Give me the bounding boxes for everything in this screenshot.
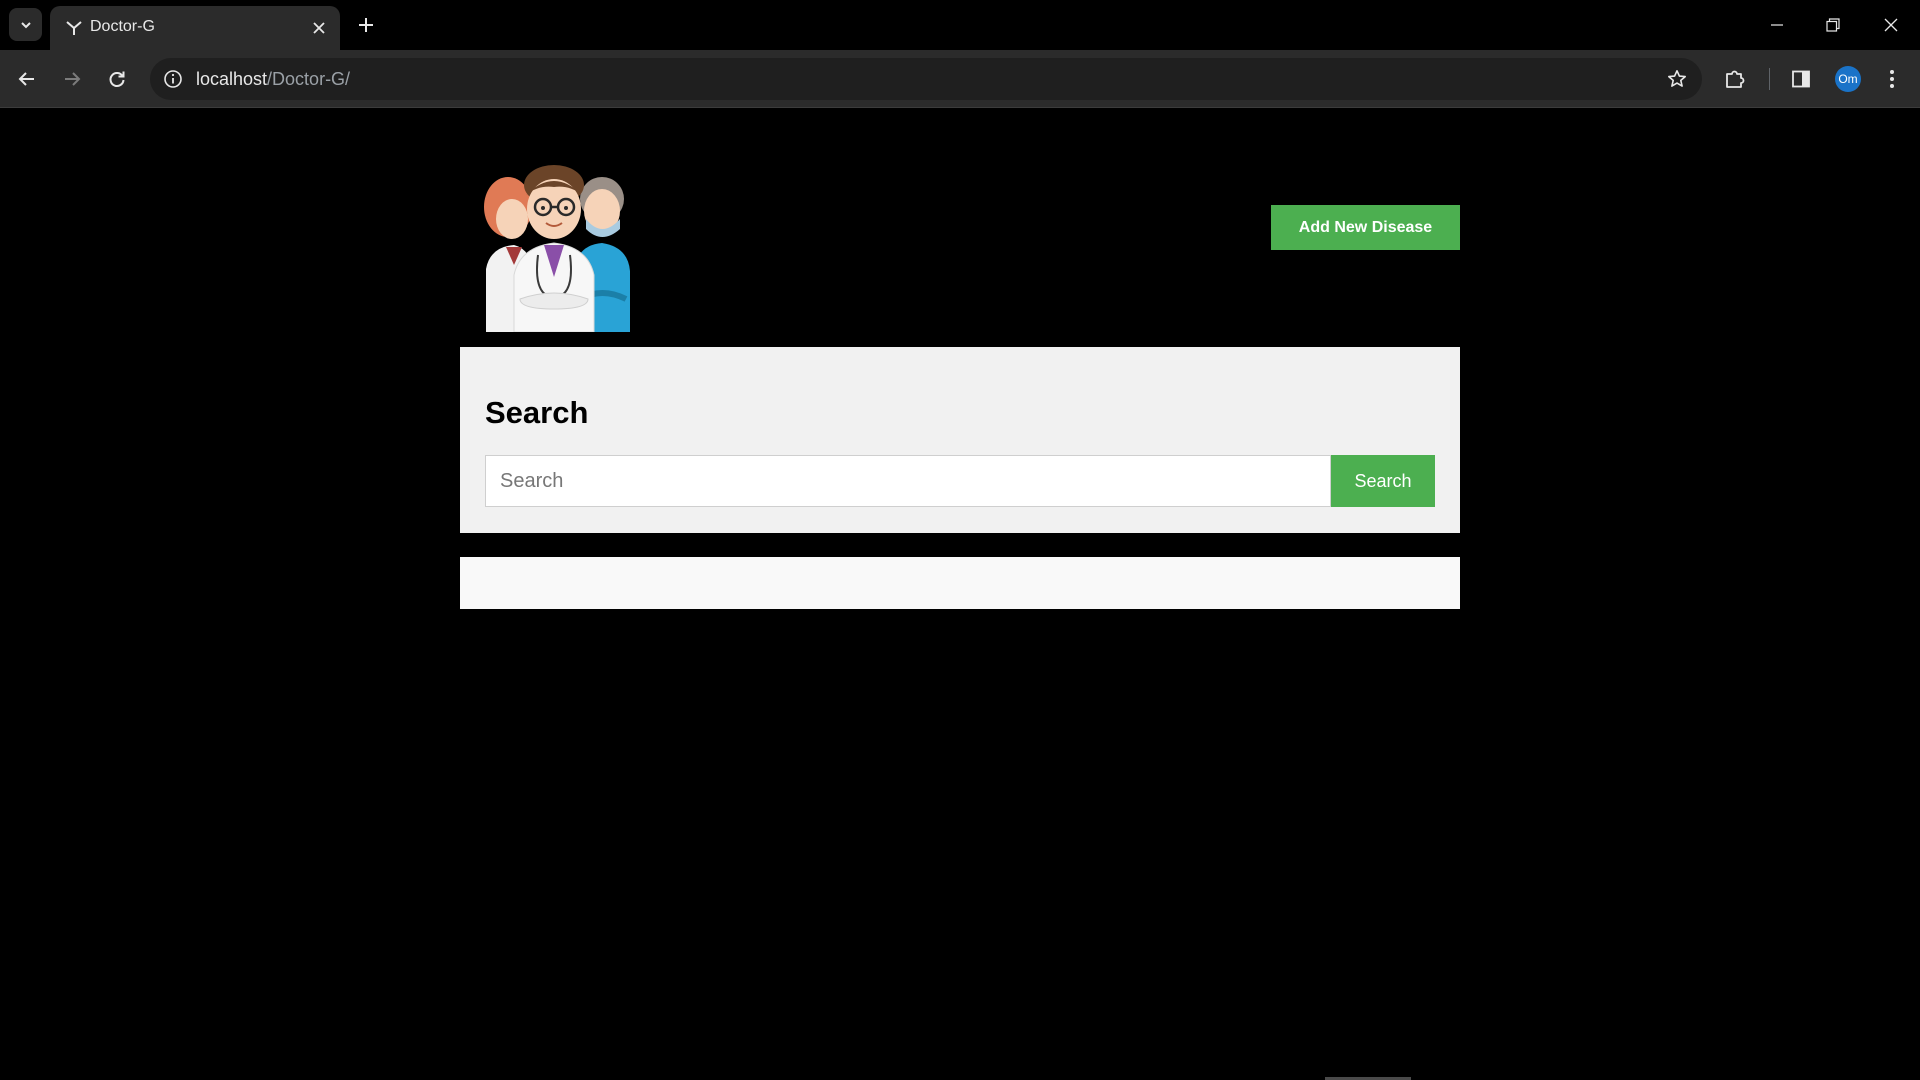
- side-panel-icon: [1792, 70, 1810, 88]
- tab-title: Doctor-G: [90, 18, 155, 35]
- url-text: localhost/Doctor-G/: [196, 69, 350, 90]
- star-icon: [1668, 70, 1686, 87]
- url-host: localhost: [196, 69, 268, 89]
- forward-button[interactable]: [55, 62, 89, 96]
- profile-avatar[interactable]: Om: [1835, 66, 1861, 92]
- search-button[interactable]: Search: [1331, 455, 1435, 507]
- search-heading: Search: [485, 395, 589, 430]
- bookmark-button[interactable]: [1664, 66, 1690, 92]
- arrow-left-icon: [18, 72, 34, 86]
- reload-icon: [109, 71, 125, 87]
- extensions-button[interactable]: [1718, 62, 1752, 96]
- info-icon: [164, 70, 182, 88]
- tab-search-button[interactable]: [9, 8, 42, 41]
- site-info-button[interactable]: [160, 66, 186, 92]
- search-panel: Search Search: [460, 347, 1460, 533]
- toolbar-separator: [1769, 68, 1770, 90]
- doctors-logo: [484, 165, 630, 332]
- favicon-icon: [66, 21, 82, 35]
- browser-menu-button[interactable]: [1875, 62, 1909, 96]
- side-panel-button[interactable]: [1784, 62, 1818, 96]
- back-button[interactable]: [10, 62, 44, 96]
- restore-button[interactable]: [1810, 8, 1856, 42]
- arrow-right-icon: [65, 72, 81, 86]
- address-bar[interactable]: localhost/Doctor-G/: [150, 58, 1702, 100]
- page-content: Add New Disease Search Search: [0, 109, 1920, 1080]
- close-window-button[interactable]: [1868, 8, 1914, 42]
- add-new-disease-button[interactable]: Add New Disease: [1271, 205, 1460, 250]
- reload-button[interactable]: [100, 62, 134, 96]
- restore-icon: [1826, 18, 1840, 32]
- close-icon: [1884, 18, 1898, 32]
- chevron-down-icon: [20, 21, 31, 28]
- puzzle-icon: [1726, 70, 1745, 88]
- browser-tabbar: Doctor-G: [0, 0, 1920, 50]
- minimize-button[interactable]: [1754, 8, 1800, 42]
- tab-close-button[interactable]: [308, 17, 330, 39]
- search-input[interactable]: [485, 455, 1331, 507]
- minimize-icon: [1771, 24, 1783, 26]
- close-icon: [313, 22, 325, 34]
- new-tab-button[interactable]: [352, 11, 380, 39]
- browser-tab-active[interactable]: Doctor-G: [50, 6, 340, 50]
- url-path: /Doctor-G/: [267, 69, 351, 89]
- results-panel: [460, 557, 1460, 609]
- plus-icon: [359, 18, 373, 32]
- more-vertical-icon: [1890, 70, 1894, 88]
- browser-toolbar: localhost/Doctor-G/: [0, 50, 1920, 108]
